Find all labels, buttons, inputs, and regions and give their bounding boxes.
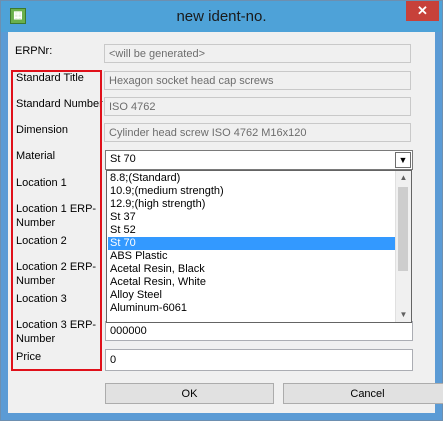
material-option[interactable]: Aluminum-6061 (108, 302, 397, 315)
dialog-window: ▦ new ident-no. ✕ ERPNr: <will be genera… (0, 0, 443, 421)
material-selected-value: St 70 (110, 153, 136, 165)
material-option[interactable]: Acetal Resin, White (108, 276, 397, 289)
highlight-box (11, 70, 102, 371)
price-field[interactable]: 0 (105, 349, 413, 371)
standard-number-field[interactable]: ISO 4762 (104, 97, 411, 116)
material-option[interactable]: St 52 (108, 224, 397, 237)
material-option[interactable]: 8.8;(Standard) (108, 172, 397, 185)
material-option[interactable]: 10.9;(medium strength) (108, 185, 397, 198)
material-option-selected[interactable]: St 70 (108, 237, 397, 250)
scroll-up-icon[interactable]: ▲ (396, 171, 411, 185)
dialog-body: ERPNr: <will be generated> Standard Titl… (8, 32, 443, 413)
material-option[interactable]: 12.9;(high strength) (108, 198, 397, 211)
scroll-down-icon[interactable]: ▼ (396, 308, 411, 322)
erpnr-field: <will be generated> (104, 44, 411, 63)
location3-erp-field[interactable]: 000000 (105, 321, 413, 341)
material-option[interactable]: St 37 (108, 211, 397, 224)
material-option[interactable]: ABS Plastic (108, 250, 397, 263)
erpnr-label: ERPNr: (15, 45, 53, 57)
close-button[interactable]: ✕ (406, 1, 439, 21)
scrollbar-thumb[interactable] (398, 187, 408, 271)
dropdown-scrollbar[interactable]: ▲ ▼ (395, 171, 411, 322)
material-dropdown-list[interactable]: 8.8;(Standard) 10.9;(medium strength) 12… (106, 170, 412, 323)
ok-button[interactable]: OK (105, 383, 274, 404)
material-select[interactable]: St 70 ▼ (105, 150, 413, 170)
dimension-field[interactable]: Cylinder head screw ISO 4762 M16x120 (104, 123, 411, 142)
window-title: new ident-no. (176, 8, 267, 25)
material-option[interactable]: Alloy Steel (108, 289, 397, 302)
material-option[interactable]: Acetal Resin, Black (108, 263, 397, 276)
chevron-down-icon[interactable]: ▼ (395, 152, 411, 168)
title-bar[interactable]: ▦ new ident-no. ✕ (1, 1, 442, 32)
cancel-button[interactable]: Cancel (283, 383, 443, 404)
standard-title-field[interactable]: Hexagon socket head cap screws (104, 71, 411, 90)
